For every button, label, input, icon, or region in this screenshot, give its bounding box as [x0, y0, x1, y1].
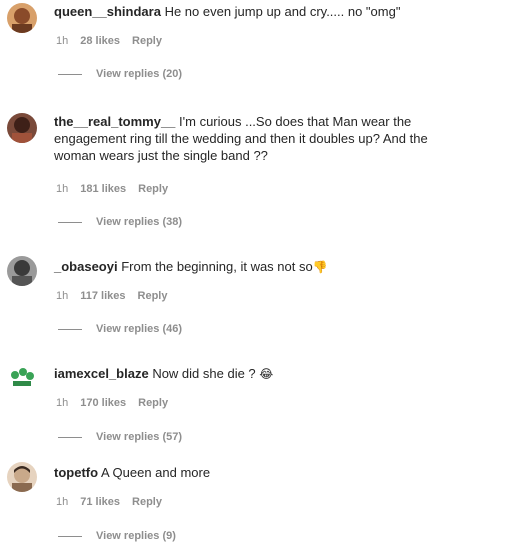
comment-body: He no even jump up and cry..... no "omg"	[164, 4, 401, 19]
comment-likes[interactable]: 181 likes	[80, 183, 126, 195]
view-replies-button[interactable]: View replies (20)	[58, 68, 182, 80]
comment-text: _obaseoyi From the beginning, it was not…	[54, 258, 454, 276]
comment-body: From the beginning, it was not so	[121, 259, 313, 274]
reply-button[interactable]: Reply	[138, 290, 168, 302]
avatar[interactable]	[7, 3, 37, 33]
view-replies-label: View replies (38)	[96, 216, 183, 228]
comment-meta: 1h 181 likes Reply	[56, 183, 168, 195]
comment-time: 1h	[56, 35, 69, 47]
view-replies-label: View replies (9)	[96, 530, 176, 542]
view-replies-button[interactable]: View replies (57)	[58, 431, 182, 443]
avatar[interactable]	[7, 113, 37, 143]
comment-likes[interactable]: 117 likes	[80, 290, 125, 302]
replies-divider	[58, 436, 82, 438]
reply-button[interactable]: Reply	[132, 496, 162, 508]
reply-button[interactable]: Reply	[138, 183, 168, 195]
avatar[interactable]	[7, 363, 37, 393]
avatar[interactable]	[7, 462, 37, 492]
comment-time: 1h	[56, 290, 69, 302]
comment-meta: 1h 170 likes Reply	[56, 397, 168, 409]
comment-username[interactable]: topetfo	[54, 465, 98, 480]
laughing-emoji-icon: 😂	[259, 367, 274, 381]
reply-button[interactable]: Reply	[138, 397, 168, 409]
comment-likes[interactable]: 170 likes	[80, 397, 126, 409]
comment-likes[interactable]: 71 likes	[80, 496, 120, 508]
comment-body: Now did she die ?	[152, 366, 256, 381]
comment-username[interactable]: iamexcel_blaze	[54, 366, 149, 381]
comment-time: 1h	[56, 496, 69, 508]
view-replies-label: View replies (57)	[96, 431, 183, 443]
avatar[interactable]	[7, 256, 37, 286]
comment-username[interactable]: the__real_tommy__	[54, 114, 175, 129]
comment-meta: 1h 71 likes Reply	[56, 496, 162, 508]
replies-divider	[58, 221, 82, 223]
comment-text: queen__shindara He no even jump up and c…	[54, 3, 454, 20]
view-replies-label: View replies (20)	[96, 68, 183, 80]
comment-text: topetfo A Queen and more	[54, 464, 454, 481]
thumbs-down-icon: 👎	[312, 260, 328, 274]
comment-meta: 1h 117 likes Reply	[56, 290, 168, 302]
comment-text: iamexcel_blaze Now did she die ? 😂	[54, 365, 454, 383]
view-replies-button[interactable]: View replies (46)	[58, 323, 182, 335]
comment-text: the__real_tommy__ I'm curious ...So does…	[54, 113, 454, 164]
comment-meta: 1h 28 likes Reply	[56, 35, 162, 47]
view-replies-label: View replies (46)	[96, 323, 183, 335]
reply-button[interactable]: Reply	[132, 35, 162, 47]
comment-time: 1h	[56, 183, 69, 195]
view-replies-button[interactable]: View replies (9)	[58, 530, 176, 542]
replies-divider	[58, 535, 82, 537]
comment-body: A Queen and more	[100, 465, 211, 480]
comment-username[interactable]: _obaseoyi	[54, 259, 118, 274]
comment-time: 1h	[56, 397, 69, 409]
comment-likes[interactable]: 28 likes	[80, 35, 120, 47]
comment-username[interactable]: queen__shindara	[54, 4, 161, 19]
view-replies-button[interactable]: View replies (38)	[58, 216, 182, 228]
replies-divider	[58, 328, 82, 330]
replies-divider	[58, 73, 82, 75]
